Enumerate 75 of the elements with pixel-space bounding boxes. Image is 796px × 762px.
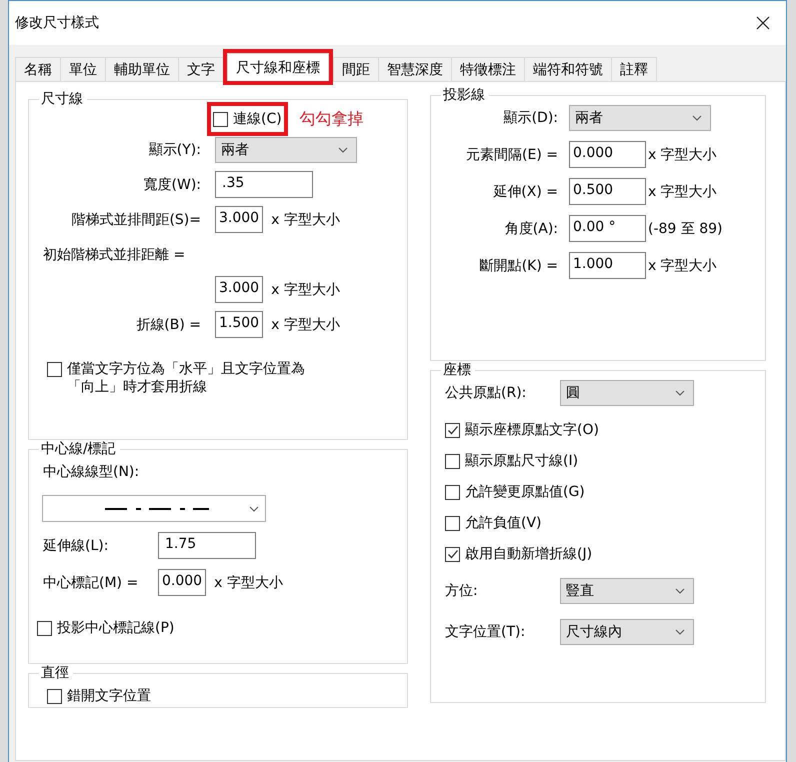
input-field[interactable]: 3.000 — [215, 276, 264, 303]
field-label: 階梯式並排間距(S)= — [70, 210, 201, 228]
field-label: 延伸線(L): — [43, 536, 110, 554]
linetype-dropdown[interactable] — [42, 495, 266, 522]
field-label: 中心標記(M) = — [43, 574, 140, 592]
field-label: 元素間隔(E) = — [465, 146, 558, 164]
input-field[interactable]: 0.000 — [569, 141, 646, 168]
field-label: 公共原點(R): — [445, 384, 528, 402]
field-label: 方位: — [445, 582, 479, 600]
annotation-note: 勾勾拿掉 — [300, 108, 364, 130]
tab[interactable]: 註釋 — [611, 57, 657, 81]
chevron-down-icon — [338, 146, 348, 152]
field-label: 文字位置(T): — [445, 622, 526, 640]
chevron-down-icon — [675, 390, 685, 396]
input-field[interactable]: 1.000 — [569, 252, 646, 279]
checkbox[interactable] — [445, 422, 460, 438]
tab[interactable]: 間距 — [333, 57, 379, 81]
checkbox[interactable] — [445, 546, 460, 562]
checkbox[interactable] — [47, 362, 62, 377]
checkbox-option[interactable]: 顯示座標原點文字(O) — [441, 416, 603, 442]
checkbox[interactable] — [37, 620, 52, 636]
input-field[interactable]: 1.75 — [158, 532, 256, 559]
input-field[interactable]: 1.500 — [215, 311, 264, 338]
unit-label: x 字型大小 — [271, 280, 340, 298]
unit-label: x 字型大小 — [271, 210, 340, 228]
unit-label: x 字型大小 — [648, 256, 717, 274]
unit-label: x 字型大小 — [214, 574, 283, 592]
window-title: 修改尺寸樣式 — [15, 14, 99, 32]
checkbox[interactable] — [47, 688, 62, 704]
checkbox[interactable] — [445, 454, 460, 468]
field-label: 中心線線型(N): — [43, 462, 140, 480]
group-title: 中心線/標記 — [40, 440, 117, 458]
unit-label: x 字型大小 — [271, 316, 340, 334]
checkbox-option[interactable]: 允許負值(V) — [441, 510, 546, 536]
input-field[interactable]: 3.000 — [215, 206, 264, 233]
dropdown[interactable]: 圓 — [560, 380, 694, 406]
unit-label: x 字型大小 — [648, 146, 717, 164]
input-field[interactable]: 0.000 — [158, 569, 206, 596]
checkbox-option[interactable]: 僅當文字方位為「水平」且文字位置為「向上」時才套用折線 — [43, 356, 321, 400]
chevron-down-icon — [675, 588, 685, 594]
field-label: 顯示(D): — [502, 108, 558, 126]
checkbox-option[interactable]: 啟用自動新增折線(J) — [441, 540, 596, 566]
field-label: 延伸(X) = — [492, 182, 558, 200]
field-label: 初始階梯式並排距離 = — [43, 246, 186, 264]
checkbox-option[interactable]: 錯開文字位置 — [43, 682, 155, 708]
checkbox[interactable] — [213, 112, 228, 127]
dropdown[interactable]: 兩者 — [215, 136, 357, 162]
dropdown[interactable]: 豎直 — [560, 578, 694, 604]
group-title: 座標 — [442, 361, 472, 379]
group-title: 投影線 — [442, 86, 486, 104]
group-title: 尺寸線 — [40, 90, 84, 108]
unit-label: x 字型大小 — [648, 182, 717, 200]
chevron-down-icon — [692, 114, 702, 120]
group-title: 直徑 — [40, 664, 70, 682]
field-label: 寬度(W): — [142, 176, 201, 194]
dash-dot-line-icon — [105, 506, 209, 510]
chevron-down-icon — [249, 506, 259, 512]
field-label: 顯示(Y): — [148, 140, 201, 158]
checkbox-option[interactable]: 顯示原點尺寸線(I) — [441, 448, 582, 474]
input-field[interactable]: 0.500 — [569, 178, 646, 205]
chevron-down-icon — [675, 628, 685, 634]
input-field[interactable]: 0.00 ° — [569, 215, 646, 242]
checkbox[interactable] — [445, 516, 460, 530]
field-label: 斷開點(K) = — [478, 256, 558, 274]
dropdown[interactable]: 兩者 — [569, 104, 711, 130]
checkbox[interactable] — [445, 484, 460, 500]
input-field[interactable]: .35 — [215, 171, 313, 198]
dropdown[interactable]: 尺寸線內 — [560, 618, 694, 644]
checkbox-option[interactable]: 投影中心標記線(P) — [33, 614, 178, 640]
field-label: 折線(B) = — [135, 316, 201, 334]
unit-label: (-89 至 89) — [648, 220, 723, 238]
checkbox-option[interactable]: 連線(C) — [207, 102, 288, 136]
tab[interactable]: 名稱 — [15, 57, 61, 81]
checkbox-option[interactable]: 允許變更原點值(G) — [441, 478, 589, 504]
field-label: 角度(A): — [504, 220, 558, 238]
